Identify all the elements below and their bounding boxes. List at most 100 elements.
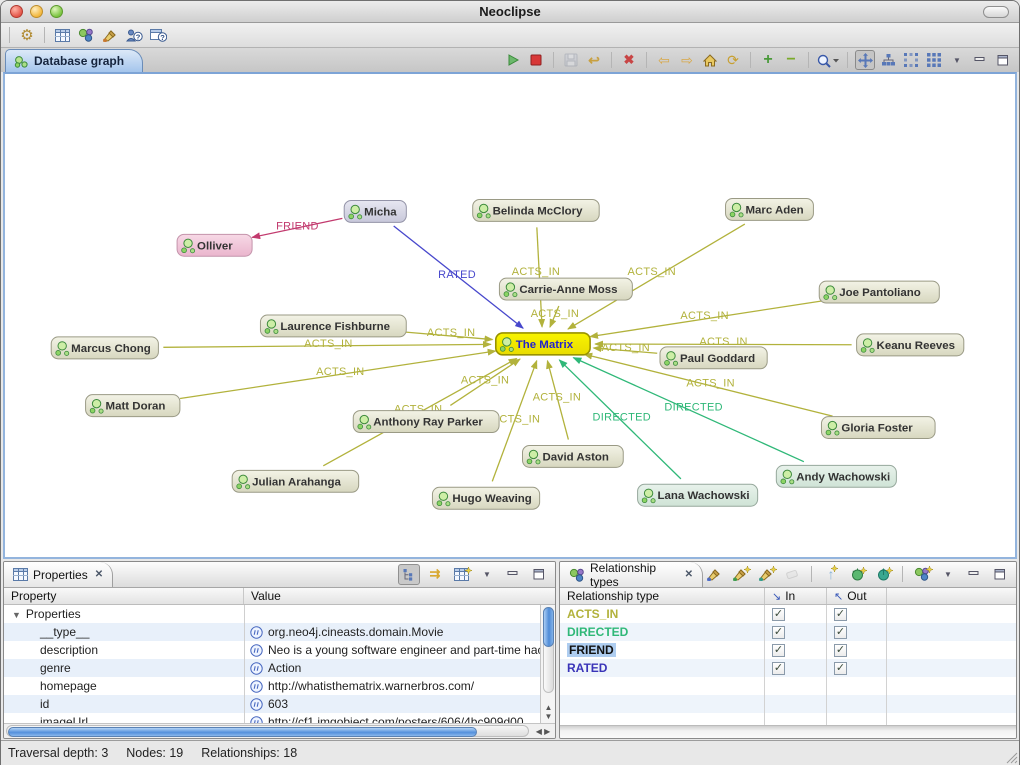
add-relationship-button[interactable]: ↑ [820, 564, 842, 585]
stop-button[interactable] [526, 50, 546, 70]
grid-layout-button[interactable] [924, 50, 944, 70]
minimize-button[interactable] [502, 564, 524, 585]
graph-node-micha[interactable]: Micha [344, 200, 406, 222]
view-menu-button[interactable]: ▼ [476, 564, 498, 585]
scrollbar-thumb[interactable] [543, 607, 554, 647]
move-layout-button[interactable] [855, 50, 875, 70]
column-header-in[interactable]: ↘In [765, 588, 827, 604]
in-checkbox[interactable]: ✓ [772, 662, 785, 675]
resize-grip[interactable] [1003, 749, 1018, 764]
in-checkbox[interactable]: ✓ [772, 644, 785, 657]
close-icon[interactable]: ✕ [685, 569, 693, 580]
titlebar[interactable]: Neoclipse [1, 1, 1019, 23]
graph-node-anthony[interactable]: Anthony Ray Parker [353, 411, 499, 433]
add-incoming-node-button[interactable] [846, 564, 868, 585]
relationship-horizontal-scrollbar[interactable] [560, 725, 1016, 738]
tab-database-graph[interactable]: Database graph [5, 49, 143, 72]
preferences-gear-button[interactable]: ⚙ [16, 25, 38, 46]
property-row[interactable]: genreAction [4, 659, 540, 677]
new-relationship-type-button[interactable] [911, 564, 933, 585]
graph-node-paul[interactable]: Paul Goddard [660, 347, 767, 369]
close-window-button[interactable] [10, 5, 23, 18]
graph-canvas[interactable]: FRIENDRATEDACTS_INACTS_INACTS_INACTS_INA… [3, 72, 1017, 559]
out-checkbox[interactable]: ✓ [834, 626, 847, 639]
refresh-button[interactable]: ⟳ [723, 50, 743, 70]
graph-node-lana[interactable]: Lana Wachowski [638, 484, 758, 506]
graph-node-gloria[interactable]: Gloria Foster [821, 417, 935, 439]
property-row[interactable]: descriptionNeo is a young software engin… [4, 641, 540, 659]
home-button[interactable] [700, 50, 720, 70]
table-view-button[interactable] [51, 25, 73, 46]
graph-node-matt[interactable]: Matt Doran [86, 395, 180, 417]
tree-layout-button[interactable] [878, 50, 898, 70]
property-row[interactable]: __type__org.neo4j.cineasts.domain.Movie [4, 623, 540, 641]
view-menu-button[interactable]: ▼ [937, 564, 959, 585]
graph-node-marc[interactable]: Marc Aden [726, 198, 814, 220]
graph-node-marcus[interactable]: Marcus Chong [51, 337, 158, 359]
highlight-relationship-button[interactable] [703, 564, 725, 585]
properties-vertical-scrollbar[interactable]: ▲▼ [540, 605, 555, 723]
graph-node-matrix[interactable]: The Matrix [496, 333, 590, 355]
scrollbar-arrows[interactable]: ◀ ▶ [531, 727, 555, 736]
graph-svg[interactable]: FRIENDRATEDACTS_INACTS_INACTS_INACTS_INA… [5, 74, 1015, 557]
minimize-button[interactable] [963, 564, 985, 585]
out-checkbox[interactable]: ✓ [834, 644, 847, 657]
highlight-incoming-button[interactable] [729, 564, 751, 585]
decorator-brush-button[interactable] [99, 25, 121, 46]
highlight-outgoing-button[interactable] [755, 564, 777, 585]
property-row[interactable]: id603 [4, 695, 540, 713]
forward-button[interactable]: ⇨ [677, 50, 697, 70]
column-header-property[interactable]: Property [4, 588, 244, 604]
out-checkbox[interactable]: ✓ [834, 662, 847, 675]
minimize-window-button[interactable] [30, 5, 43, 18]
column-header-out[interactable]: ↖Out [827, 588, 887, 604]
toolbar-toggle-button[interactable] [983, 6, 1009, 18]
column-header-relationship-type[interactable]: Relationship type [560, 588, 765, 604]
advanced-properties-button[interactable]: ⇉ [424, 564, 446, 585]
back-button[interactable]: ⇦ [654, 50, 674, 70]
relationship-type-row-directed[interactable]: DIRECTED✓✓ [560, 623, 1016, 641]
graph-node-belinda[interactable]: Belinda McClory [473, 199, 599, 221]
maximize-button[interactable] [989, 564, 1011, 585]
scrollbar-thumb[interactable] [8, 727, 477, 737]
revert-button[interactable]: ↩ [584, 50, 604, 70]
graph-node-joe[interactable]: Joe Pantoliano [819, 281, 939, 303]
relationship-type-row-friend[interactable]: FRIEND✓✓ [560, 641, 1016, 659]
zoom-tool-button[interactable] [816, 50, 840, 70]
graph-node-keanu[interactable]: Keanu Reeves [857, 334, 964, 356]
graph-view-button[interactable] [75, 25, 97, 46]
zoom-window-button[interactable] [50, 5, 63, 18]
graph-node-hugo[interactable]: Hugo Weaving [432, 487, 539, 509]
tab-relationship-types[interactable]: Relationship types ✕ [560, 562, 703, 587]
graph-node-laurence[interactable]: Laurence Fishburne [260, 315, 406, 337]
tree-mode-button[interactable] [398, 564, 420, 585]
add-outgoing-node-button[interactable] [872, 564, 894, 585]
radial-layout-button[interactable] [901, 50, 921, 70]
maximize-button[interactable] [993, 50, 1013, 70]
delete-button[interactable]: ✖ [619, 50, 639, 70]
graph-node-carrie[interactable]: Carrie-Anne Moss [499, 278, 632, 300]
expander-triangle-icon[interactable]: ▼ [12, 610, 21, 620]
view-menu-button[interactable]: ▼ [947, 50, 967, 70]
zoom-out-button[interactable]: − [781, 50, 801, 70]
start-button[interactable] [503, 50, 523, 70]
maximize-button[interactable] [528, 564, 550, 585]
zoom-in-button[interactable]: + [758, 50, 778, 70]
properties-horizontal-scrollbar[interactable]: ◀ ▶ [4, 723, 555, 738]
dynamic-help-button[interactable]: ? [147, 25, 169, 46]
tab-properties[interactable]: Properties ✕ [4, 562, 113, 587]
relationship-type-row-acts_in[interactable]: ACTS_IN✓✓ [560, 605, 1016, 623]
property-row[interactable]: homepagehttp://whatisthematrix.warnerbro… [4, 677, 540, 695]
out-checkbox[interactable]: ✓ [834, 608, 847, 621]
property-group-row[interactable]: ▼Properties [4, 605, 540, 623]
relationship-type-row-rated[interactable]: RATED✓✓ [560, 659, 1016, 677]
scrollbar-arrows[interactable]: ▲▼ [541, 703, 555, 721]
close-icon[interactable]: ✕ [95, 569, 103, 580]
help-contents-button[interactable]: ? [123, 25, 145, 46]
copy-table-button[interactable] [450, 564, 472, 585]
column-header-value[interactable]: Value [244, 588, 555, 604]
graph-node-julian[interactable]: Julian Arahanga [232, 470, 358, 492]
in-checkbox[interactable]: ✓ [772, 608, 785, 621]
graph-node-david[interactable]: David Aston [523, 445, 624, 467]
graph-node-olliver[interactable]: Olliver [177, 234, 252, 256]
